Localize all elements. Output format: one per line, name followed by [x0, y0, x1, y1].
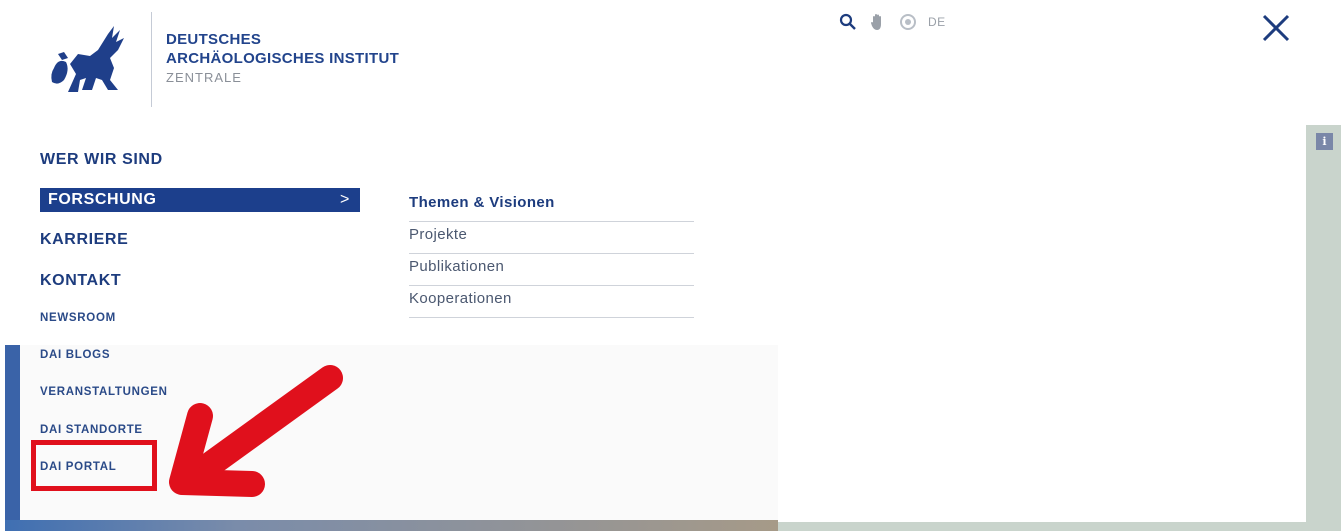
institute-line-2: ARCHÄOLOGISCHES INSTITUT: [166, 50, 400, 67]
chevron-right-icon: >: [340, 191, 350, 208]
info-button[interactable]: i: [1316, 133, 1333, 150]
nav-item-forschung-label: FORSCHUNG: [48, 191, 157, 208]
nav-item-newsroom[interactable]: NEWSROOM: [40, 312, 116, 324]
background-panel-white: [778, 125, 1306, 522]
hand-icon[interactable]: [868, 12, 888, 32]
nav-item-dai-standorte[interactable]: DAI STANDORTE: [40, 424, 143, 436]
forschung-submenu: Themen & Visionen Projekte Publikationen…: [409, 190, 694, 318]
close-icon[interactable]: [1258, 10, 1294, 46]
nav-item-wer-wir-sind[interactable]: WER WIR SIND: [40, 151, 163, 169]
submenu-item-projekte[interactable]: Projekte: [409, 222, 694, 254]
nav-item-forschung[interactable]: FORSCHUNG >: [40, 188, 360, 212]
institute-line-1: DEUTSCHES: [166, 31, 262, 48]
nav-item-dai-blogs[interactable]: DAI BLOGS: [40, 349, 110, 361]
griffin-logo-icon[interactable]: [48, 24, 128, 94]
logo-divider: [151, 12, 152, 107]
submenu-item-publikationen[interactable]: Publikationen: [409, 254, 694, 286]
red-arrow-icon: [169, 365, 343, 497]
highlight-box: [31, 440, 157, 491]
accessibility-icon[interactable]: [898, 12, 918, 32]
search-icon[interactable]: [838, 12, 858, 32]
nav-item-karriere[interactable]: KARRIERE: [40, 231, 128, 249]
submenu-item-kooperationen[interactable]: Kooperationen: [409, 286, 694, 318]
nav-item-kontakt[interactable]: KONTAKT: [40, 272, 121, 290]
language-switch[interactable]: DE: [928, 15, 946, 29]
top-toolbar: DE: [838, 12, 946, 32]
bottom-image-strip: [5, 520, 778, 531]
submenu-item-themen-visionen[interactable]: Themen & Visionen: [409, 190, 694, 222]
institute-name[interactable]: DEUTSCHES ARCHÄOLOGISCHES INSTITUT ZENTR…: [166, 30, 399, 87]
nav-item-veranstaltungen[interactable]: VERANSTALTUNGEN: [40, 386, 168, 398]
left-accent-bar: [5, 345, 20, 531]
institute-line-3: ZENTRALE: [166, 70, 242, 85]
